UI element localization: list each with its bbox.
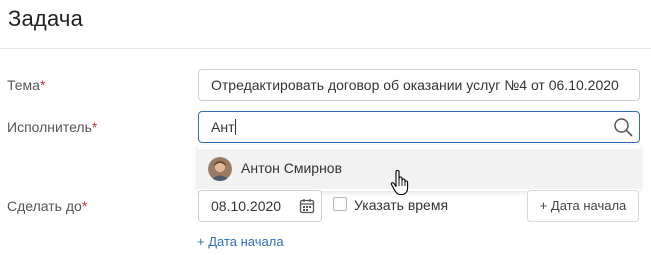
- due-label-text: Сделать до: [7, 198, 82, 214]
- page-title: Задача: [8, 6, 84, 31]
- add-start-date-button[interactable]: + Дата начала: [527, 190, 639, 222]
- text-caret: [235, 119, 237, 135]
- suggestion-name: Антон Смирнов: [241, 160, 343, 176]
- specify-time-label[interactable]: Указать время: [354, 197, 448, 213]
- due-date-value: 08.10.2020: [211, 198, 282, 214]
- required-mark: *: [91, 119, 98, 135]
- assignee-label-text: Исполнитель: [7, 119, 92, 135]
- due-date-input[interactable]: 08.10.2020: [198, 190, 322, 222]
- assignee-label: Исполнитель*: [7, 119, 97, 135]
- specify-time-checkbox[interactable]: [333, 197, 347, 211]
- topic-input-value: Отредактировать договор об оказании услу…: [211, 77, 619, 93]
- user-avatar: [208, 157, 232, 181]
- add-start-date-link[interactable]: + Дата начала: [197, 234, 284, 249]
- due-date-label: Сделать до*: [7, 198, 87, 214]
- topic-input[interactable]: Отредактировать договор об оказании услу…: [198, 69, 640, 101]
- suggestion-item[interactable]: Антон Смирнов: [198, 149, 640, 189]
- topic-label: Тема*: [7, 77, 45, 93]
- required-mark: *: [81, 198, 88, 214]
- topic-label-text: Тема: [7, 77, 40, 93]
- search-icon[interactable]: [613, 117, 633, 137]
- assignee-search-input[interactable]: Ант: [198, 111, 640, 143]
- required-mark: *: [39, 77, 46, 93]
- assignee-input-value: Ант: [211, 119, 235, 135]
- hand-pointer-icon: [390, 170, 409, 196]
- header-divider: [0, 48, 651, 49]
- calendar-icon[interactable]: [299, 198, 315, 214]
- assignee-suggestions-dropdown: Антон Смирнов: [198, 145, 640, 191]
